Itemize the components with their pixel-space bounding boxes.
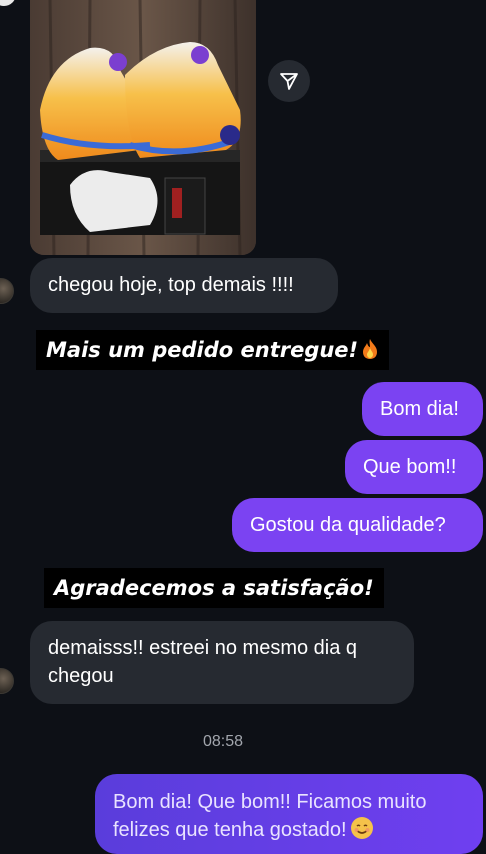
message-text-line: demaisss!! estreei no mesmo dia q xyxy=(48,637,358,659)
outgoing-message[interactable]: Gostou da qualidade? xyxy=(232,498,483,552)
avatar[interactable] xyxy=(0,668,14,694)
sticker-text[interactable]: Agradecemos a satisfação! xyxy=(44,568,384,608)
sticker-label: Mais um pedido entregue! xyxy=(46,338,359,362)
smiling-face-emoji xyxy=(350,817,373,839)
message-timestamp: 08:58 xyxy=(202,733,244,750)
sticker-label: Agradecemos a satisfação! xyxy=(54,576,374,600)
outgoing-message[interactable]: Bom dia! xyxy=(362,382,483,436)
message-text-line-with-emoji: felizes que tenha gostado! xyxy=(113,816,465,844)
message-text: Que bom!! xyxy=(363,456,457,478)
share-button[interactable] xyxy=(268,60,310,102)
sticker-text[interactable]: Mais um pedido entregue! xyxy=(36,330,390,370)
message-text: Bom dia! xyxy=(380,398,459,420)
sneaker-photo[interactable] xyxy=(30,0,256,255)
outgoing-message[interactable]: Que bom!! xyxy=(345,440,483,494)
message-text: chegou hoje, top demais !!!! xyxy=(48,274,294,296)
avatar-partial xyxy=(0,0,16,6)
incoming-message[interactable]: chegou hoje, top demais !!!! xyxy=(30,258,338,313)
paper-plane-icon xyxy=(280,73,298,90)
incoming-message[interactable]: demaisss!! estreei no mesmo dia q chegou xyxy=(30,621,414,704)
outgoing-message[interactable]: Bom dia! Que bom!! Ficamos muito felizes… xyxy=(95,774,483,854)
message-text: Gostou da qualidade? xyxy=(250,514,446,536)
message-text: felizes que tenha gostado! xyxy=(113,819,347,841)
avatar[interactable] xyxy=(0,278,14,304)
message-text-line: Bom dia! Que bom!! Ficamos muito xyxy=(113,791,427,813)
message-text-line: chegou xyxy=(48,665,114,687)
fire-emoji xyxy=(363,339,378,359)
